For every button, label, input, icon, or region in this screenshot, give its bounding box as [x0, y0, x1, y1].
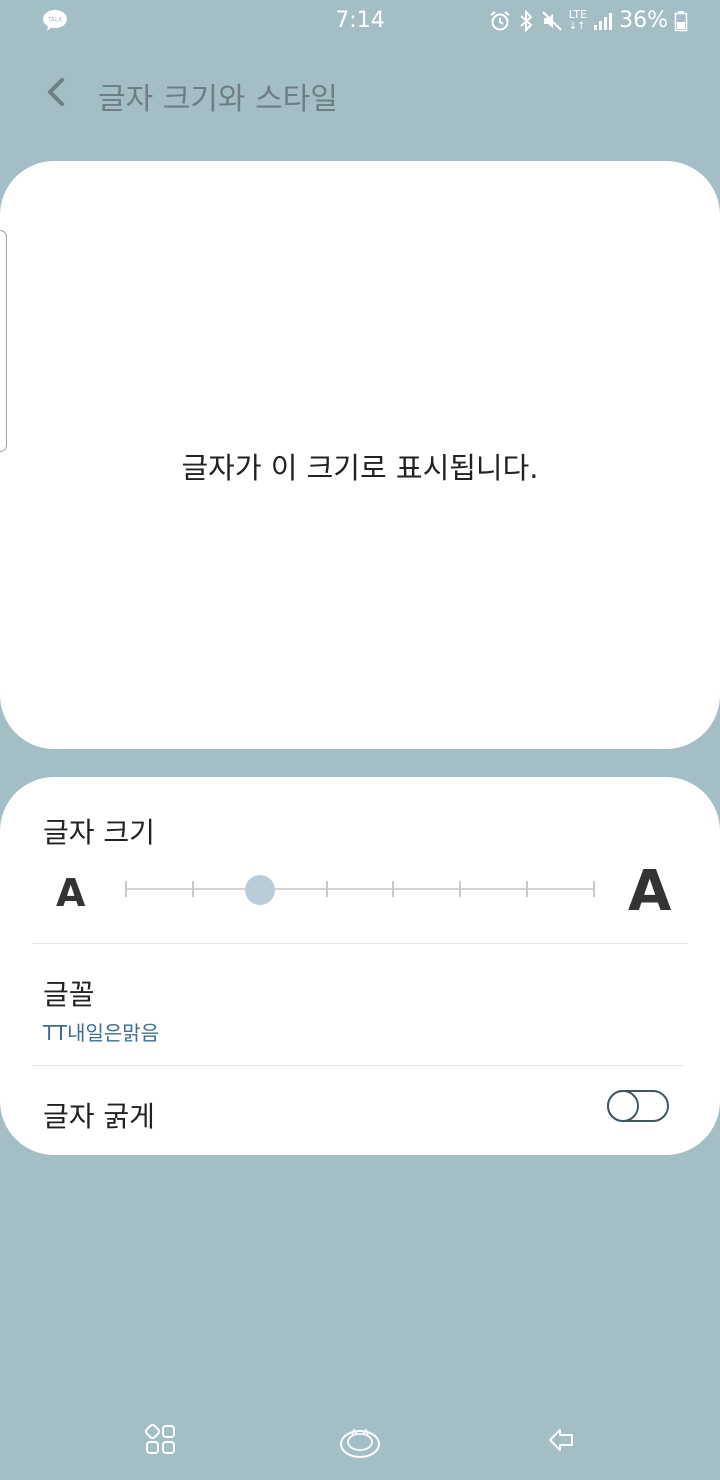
- bold-text-toggle[interactable]: [607, 1090, 669, 1122]
- home-icon: [340, 1428, 380, 1458]
- home-button[interactable]: [338, 1420, 382, 1464]
- slider-tick: [325, 881, 328, 897]
- page-title: 글자 크기와 스타일: [98, 82, 338, 117]
- slider-tick: [125, 881, 127, 897]
- toggle-knob: [607, 1090, 639, 1122]
- font-size-large-glyph: A: [628, 859, 672, 924]
- chevron-left-icon: [48, 78, 64, 106]
- font-size-small-glyph: A: [56, 871, 86, 915]
- battery-icon: [674, 10, 688, 31]
- bold-text-label: 글자 굵게: [43, 1100, 155, 1133]
- preview-text: 글자가 이 크기로 표시됩니다.: [181, 451, 539, 485]
- bold-text-row[interactable]: 글자 굵게: [0, 1067, 720, 1155]
- status-icons: LTE ↓↑ 36%: [489, 8, 688, 33]
- slider-tick: [526, 881, 529, 897]
- battery-percent: 36%: [619, 8, 668, 33]
- lte-icon: LTE ↓↑: [568, 8, 588, 32]
- slider-thumb[interactable]: [244, 875, 275, 905]
- slider-track: [126, 888, 594, 890]
- recent-apps-button[interactable]: [138, 1420, 182, 1464]
- font-size-label: 글자 크기: [43, 816, 155, 849]
- back-button[interactable]: [36, 72, 76, 112]
- edge-panel-handle[interactable]: [0, 230, 7, 452]
- slider-tick: [191, 881, 194, 897]
- mute-icon: [542, 10, 562, 31]
- alarm-icon: [490, 10, 510, 30]
- signal-icon: [594, 12, 613, 30]
- font-setting-row[interactable]: 글꼴 TT내일은맑음: [0, 943, 720, 1065]
- app-bar: 글자 크기와 스타일: [0, 60, 720, 130]
- slider-tick: [392, 881, 395, 897]
- slider-tick: [593, 881, 595, 897]
- font-value: TT내일은맑음: [43, 1021, 160, 1045]
- settings-card: 글자 크기 A A 글꼴 TT내일은맑음 글자 굵게: [0, 777, 720, 1155]
- font-label: 글꼴: [43, 978, 95, 1011]
- preview-card: 글자가 이 크기로 표시됩니다.: [0, 161, 720, 749]
- slider-tick: [459, 881, 462, 897]
- divider: [32, 1065, 684, 1066]
- status-bar: TALK 7:14 LTE ↓↑ 36%: [0, 0, 720, 44]
- back-nav-button[interactable]: [540, 1420, 584, 1464]
- back-icon: [549, 1429, 573, 1451]
- navigation-bar: [0, 1400, 720, 1480]
- bluetooth-icon: [520, 9, 533, 32]
- recent-apps-icon: [144, 1423, 175, 1454]
- font-size-slider[interactable]: [124, 865, 598, 913]
